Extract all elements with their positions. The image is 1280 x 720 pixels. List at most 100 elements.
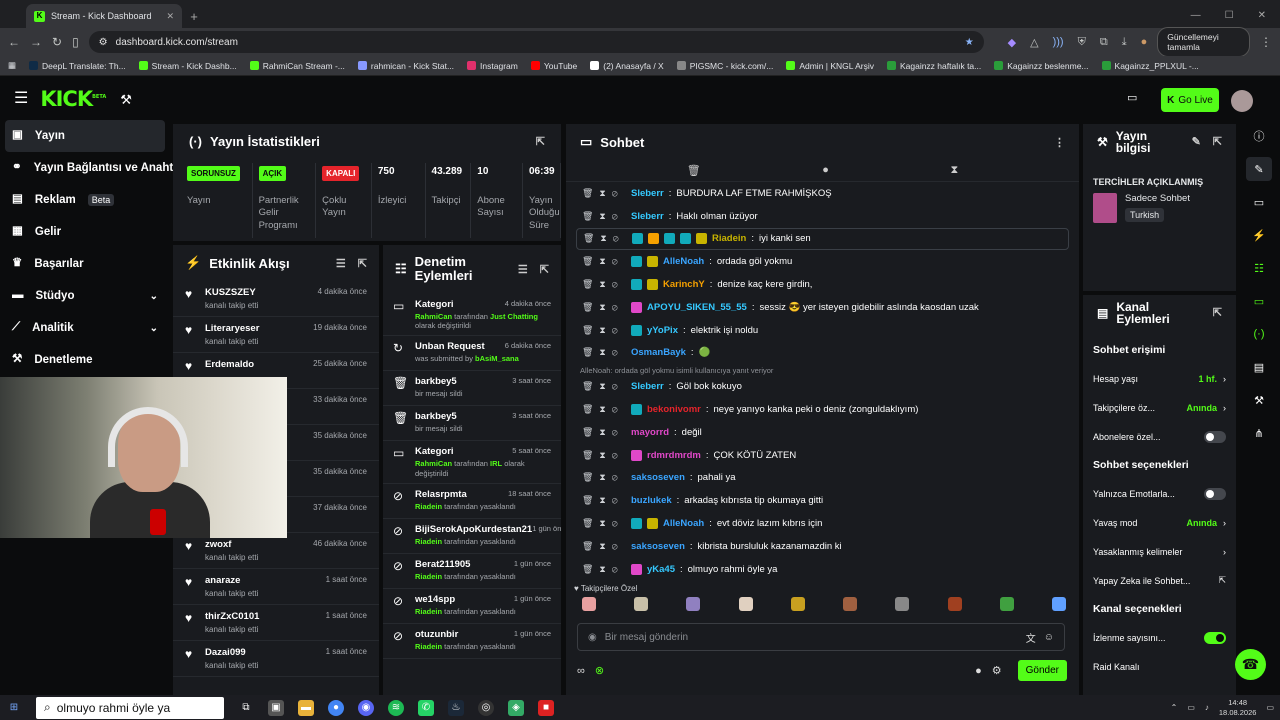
chevron-down-icon[interactable]: ⌄	[150, 323, 158, 334]
follower-name[interactable]: zwoxf	[205, 539, 258, 550]
app-icon[interactable]: ▣	[268, 699, 284, 716]
menu-dots-icon[interactable]: ⋮	[1260, 35, 1272, 49]
network-icon[interactable]: ▭	[1187, 703, 1195, 712]
chat-username[interactable]: yKa45	[647, 564, 675, 575]
bookmark-item[interactable]: (2) Anasayfa / X	[590, 61, 664, 71]
translate-icon[interactable]: 文	[1026, 630, 1036, 645]
reload-icon[interactable]: ↻	[52, 35, 62, 49]
points-icon[interactable]: ∞	[577, 665, 585, 677]
emote-icon[interactable]	[895, 597, 910, 611]
raid-channel-row[interactable]: Raid Kanalı	[1083, 652, 1236, 681]
follower-name[interactable]: Dazai099	[205, 647, 258, 658]
profile-icon[interactable]: ●	[1141, 36, 1148, 49]
mod-action-title[interactable]: otuzunbir	[415, 629, 458, 640]
media-icon[interactable]: ■	[538, 699, 554, 716]
mod-tools[interactable]: 🗑⧗⊘	[582, 518, 626, 529]
sidebar-item-link[interactable]: ⚭ Yayın Bağlantısı ve Anahtar	[0, 152, 184, 184]
slow-mode-row[interactable]: Yavaş mod Anında ›	[1083, 508, 1236, 537]
mod-action-title[interactable]: Relasrpmta	[415, 489, 467, 500]
trash-icon[interactable]: 🗑	[687, 164, 701, 177]
bookmark-item[interactable]: RahmiCan Stream -...	[249, 61, 345, 71]
tv-icon[interactable]: ▭	[1246, 190, 1272, 214]
emote-icon[interactable]	[790, 597, 805, 611]
emoji-icon[interactable]: ☺	[1044, 632, 1054, 643]
emote-icon[interactable]	[1051, 597, 1066, 611]
chrome-icon[interactable]: ●	[328, 699, 344, 716]
list-icon[interactable]: ☷	[1246, 256, 1272, 280]
settings-icon[interactable]: ⚙	[992, 664, 1002, 677]
view-count-row[interactable]: İzlenme sayısını...	[1083, 623, 1236, 652]
mod-tools[interactable]: 🗑⧗⊘	[582, 472, 626, 483]
mod-tools[interactable]: 🗑⧗⊘	[582, 256, 626, 267]
sidebar-item-hammer[interactable]: ⚒ Denetleme	[0, 344, 170, 376]
subs-only-row[interactable]: Abonelere özel...	[1083, 422, 1236, 451]
filter-icon[interactable]: ☰	[336, 257, 346, 270]
follower-name[interactable]: Erdemaldo	[205, 359, 254, 370]
explorer-icon[interactable]: ▬	[298, 699, 314, 716]
close-window-icon[interactable]: ✕	[1258, 10, 1266, 21]
edit-icon[interactable]: ✎	[1192, 136, 1201, 148]
chat-username[interactable]: Sleberr	[631, 381, 664, 392]
mod-tools[interactable]: 🗑⧗⊘	[582, 325, 626, 336]
browser-tab[interactable]: K Stream - Kick Dashboard ✕	[26, 4, 182, 28]
sidebar-item-studio[interactable]: ▬ Stüdyo ⌄	[0, 280, 170, 312]
whatsapp-icon[interactable]: ✆	[418, 699, 434, 716]
mod-action-title[interactable]: BijiSerokApoKurdestan21	[415, 524, 532, 535]
update-button[interactable]: Güncellemeyi tamamla	[1157, 27, 1250, 57]
obs-icon[interactable]: ◎	[478, 699, 494, 716]
shield-icon[interactable]: ⛨	[1078, 36, 1086, 49]
mod-tools[interactable]: 🗑⧗⊘	[582, 450, 626, 461]
bookmark-item[interactable]: Instagram	[467, 61, 518, 71]
popout-icon[interactable]: ⇱	[536, 135, 545, 148]
mod-tools[interactable]: 🗑⧗⊘	[583, 233, 627, 244]
sidebar-item-money[interactable]: ▦ Gelir	[0, 216, 170, 248]
chat-input[interactable]: ◉ Bir mesaj gönderin 文 ☺	[577, 623, 1065, 651]
chat-username[interactable]: AlleNoah	[663, 518, 704, 529]
back-icon[interactable]: ←	[8, 35, 20, 49]
sidebar-item-ad[interactable]: ▤ Reklam Beta	[0, 184, 170, 216]
extension-icon[interactable]: )))	[1053, 36, 1064, 49]
chat-username[interactable]: Sleberr	[631, 188, 664, 199]
mod-tools[interactable]: 🗑⧗⊘	[582, 211, 626, 222]
chat-username[interactable]: rdmrdmrdm	[647, 450, 701, 461]
chat-icon[interactable]: ▭	[1246, 289, 1272, 313]
site-info-icon[interactable]: ⚙	[99, 37, 108, 48]
chevron-down-icon[interactable]: ⌄	[150, 291, 158, 302]
mod-tools[interactable]: 🗑⧗⊘	[582, 495, 626, 506]
chat-username[interactable]: saksoseven	[631, 472, 685, 483]
hourglass-icon[interactable]: ⧗	[950, 164, 958, 177]
popout-icon[interactable]: ⇱	[540, 263, 549, 276]
bookmark-item[interactable]: Kagainzz beslenme...	[994, 61, 1089, 71]
mod-action-title[interactable]: Berat211905	[415, 559, 470, 570]
apps-grid-icon[interactable]: ▦	[8, 60, 16, 71]
bolt-icon[interactable]: ⚡	[1246, 223, 1272, 247]
emotes-only-row[interactable]: Yalnızca Emotlarla...	[1083, 479, 1236, 508]
emote-icon[interactable]	[947, 597, 962, 611]
server-icon[interactable]: ▤	[1246, 355, 1272, 379]
bookmark-item[interactable]: rahmican - Kick Stat...	[357, 61, 454, 71]
chat-username[interactable]: KarinchY	[663, 279, 705, 290]
mod-action-title[interactable]: we14spp	[415, 594, 455, 605]
mod-action-title[interactable]: barkbey5	[415, 411, 457, 422]
url-input[interactable]: ⚙ dashboard.kick.com/stream ★	[88, 31, 984, 53]
mod-tools[interactable]: 🗑⧗⊘	[582, 404, 626, 415]
minimize-icon[interactable]: —	[1191, 10, 1201, 21]
sidebar-item-trophy[interactable]: ♛ Başarılar	[0, 248, 170, 280]
game-icon[interactable]: ◈	[508, 699, 524, 716]
mod-tools[interactable]: 🗑⧗⊘	[582, 347, 626, 358]
view-count-toggle[interactable]	[1204, 631, 1226, 644]
chat-username[interactable]: buzlukek	[631, 495, 672, 506]
new-tab-button[interactable]: +	[182, 4, 206, 28]
popout-icon[interactable]: ⇱	[358, 257, 367, 270]
puzzle-icon[interactable]: ⧉	[1100, 36, 1108, 49]
mod-action-title[interactable]: Unban Request	[415, 341, 485, 352]
emotes-only-toggle[interactable]	[1204, 487, 1226, 500]
account-age-row[interactable]: Hesap yaşı 1 hf. ›	[1083, 364, 1236, 393]
edit-icon[interactable]: ✎	[1246, 157, 1272, 181]
chat-username[interactable]: yYoPix	[647, 325, 678, 336]
forward-icon[interactable]: →	[30, 35, 42, 49]
bookmark-item[interactable]: Admin | KNGL Arşiv	[786, 61, 874, 71]
close-tab-icon[interactable]: ✕	[166, 11, 174, 22]
mod-tools[interactable]: 🗑⧗⊘	[582, 279, 626, 290]
bookmark-item[interactable]: YouTube	[530, 61, 577, 71]
